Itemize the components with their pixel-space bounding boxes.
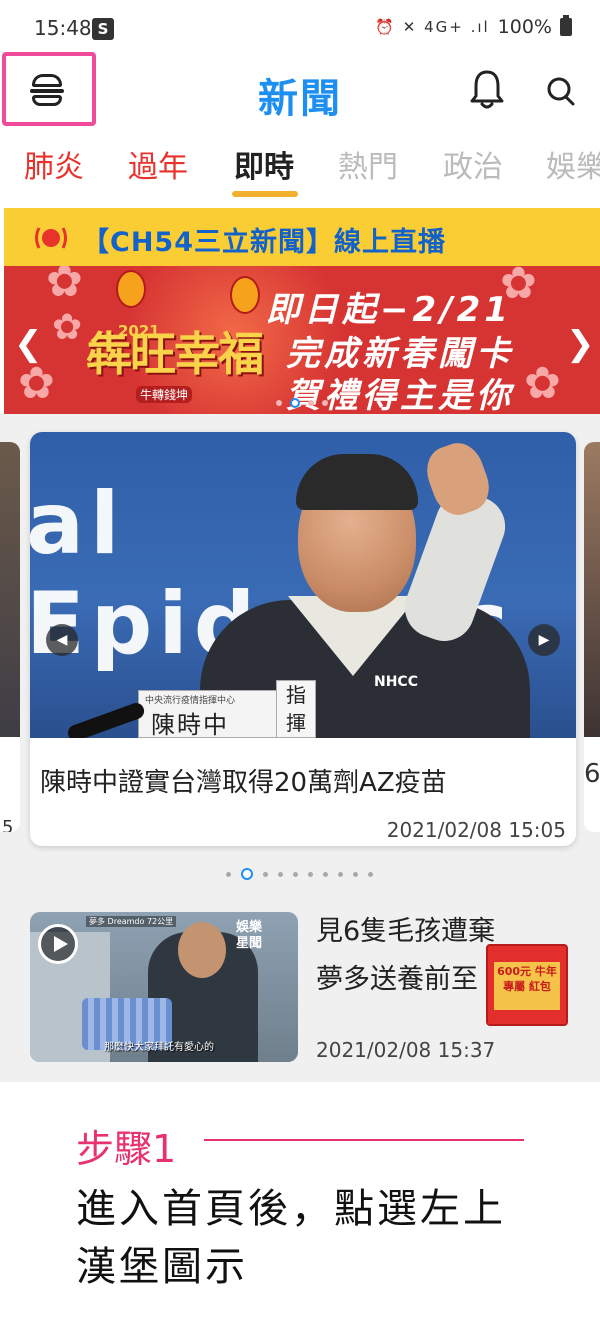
tab-politics[interactable]: 政治 (443, 142, 503, 186)
featured-news-image: al Epidemic NHCC 中央流行疫情指揮中心 陳時中 指揮 ◀ ▶ (30, 432, 576, 738)
prev-news-card-peek[interactable]: 5 (0, 442, 20, 832)
microphone (65, 700, 147, 738)
news-thumbnail[interactable]: 夢多 Dreamdo 72公里 娛樂星聞 那麼快大家拜託有愛心的 (30, 912, 298, 1062)
flower-decoration-icon: ✿ (46, 266, 83, 307)
card-prev-arrow-icon[interactable]: ◀ (46, 624, 78, 656)
tab-realtime[interactable]: 即時 (234, 142, 294, 186)
step-divider (204, 1139, 524, 1141)
tab-popular[interactable]: 熱門 (338, 142, 398, 186)
vest-logo: NHCC (374, 674, 418, 690)
tab-entertainment[interactable]: 娛樂 (546, 142, 600, 186)
next-card-text: 6 (584, 759, 600, 789)
play-icon[interactable] (38, 924, 78, 964)
bell-icon[interactable] (470, 68, 504, 110)
thumbnail-brand: 夢多 Dreamdo 72公里 (86, 916, 177, 927)
search-icon[interactable] (546, 74, 576, 108)
step-description-line-1: 進入首頁後，點選左上 (76, 1186, 506, 1232)
lantern-icon (116, 270, 146, 308)
carousel-pagination (226, 868, 373, 880)
status-indicators: ⏰ ✕ 4G+ .ıl 100% (375, 15, 572, 38)
battery-icon (560, 15, 572, 36)
live-banner-text: 【CH54三立新聞】線上直播 (82, 227, 446, 258)
nameplate: 中央流行疫情指揮中心 陳時中 (138, 690, 288, 738)
sign-board: 指揮 (276, 680, 316, 738)
battery-percent: 100% (497, 16, 552, 38)
banner-pagination (276, 398, 328, 408)
prev-card-text: 5 (2, 817, 14, 832)
step-description-line-2: 漢堡圖示 (76, 1244, 248, 1290)
thumbnail-tag: 娛樂星聞 (236, 920, 263, 951)
promo-line-1: 即日起−2/21 (266, 290, 512, 330)
red-packet-text: 600元 牛年專屬 紅包 (494, 962, 560, 1010)
live-broadcast-icon (35, 227, 67, 249)
notification-badge-icon: S (92, 18, 114, 40)
next-news-card-peek[interactable]: 6 (584, 442, 600, 832)
lantern-icon (230, 276, 260, 314)
thumbnail-caption: 那麼快大家拜託有愛心的 (104, 1042, 214, 1053)
red-packet-icon[interactable]: 600元 牛年專屬 紅包 (486, 944, 568, 1026)
status-time: 15:48 (34, 16, 92, 40)
banner-next-arrow-icon[interactable]: ❯ (566, 324, 595, 364)
flower-decoration-icon: ✿ (52, 307, 83, 348)
page-title: 新聞 (258, 76, 342, 122)
signal-icons: ⏰ ✕ 4G+ .ıl (375, 18, 490, 36)
card-next-arrow-icon[interactable]: ▶ (528, 624, 560, 656)
flower-decoration-icon: ✿ (524, 358, 561, 409)
step-label: 步驟1 (76, 1127, 177, 1171)
featured-news-title: 陳時中證實台灣取得20萬劑AZ疫苗 (40, 768, 447, 798)
active-tab-indicator (232, 191, 298, 197)
banner-prev-arrow-icon[interactable]: ❮ (14, 324, 43, 364)
status-bar: 15:48 S ⏰ ✕ 4G+ .ıl 100% (0, 0, 600, 56)
promo-subtitle: 牛轉錢坤 (136, 386, 193, 403)
flower-decoration-icon: ✿ (18, 358, 55, 409)
featured-news-card[interactable]: al Epidemic NHCC 中央流行疫情指揮中心 陳時中 指揮 ◀ ▶ 陳… (30, 432, 576, 846)
live-stream-banner[interactable]: 【CH54三立新聞】線上直播 (4, 208, 600, 266)
category-tabs: 肺炎 過年 即時 熱門 政治 娛樂 (0, 130, 600, 200)
tab-pneumonia[interactable]: 肺炎 (24, 142, 84, 186)
tab-new-year[interactable]: 過年 (128, 142, 188, 186)
promo-logo: 犇旺幸福 (86, 327, 264, 381)
featured-news-date: 2021/02/08 15:05 (386, 818, 566, 842)
news-item-date: 2021/02/08 15:37 (316, 1038, 496, 1062)
promo-banner[interactable]: ✿ ✿ ✿ ✿ ✿ 2021 犇旺幸福 牛轉錢坤 即日起−2/21 完成新春闖卡… (4, 266, 600, 414)
